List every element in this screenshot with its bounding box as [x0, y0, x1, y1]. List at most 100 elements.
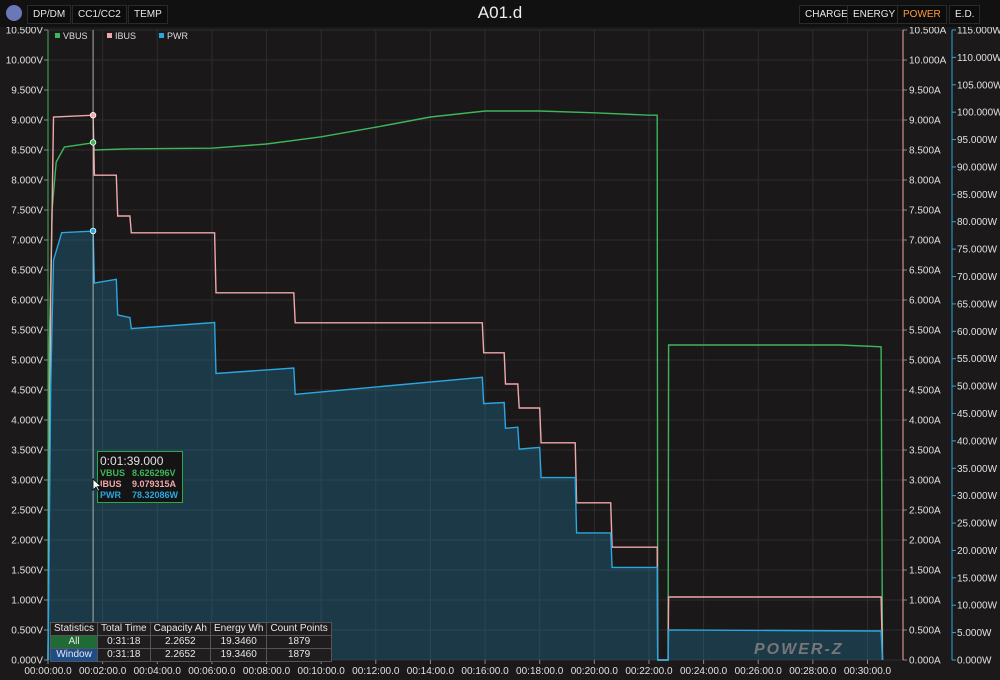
readout-pwr-value: 78.32086W: [132, 490, 179, 500]
legend-label-pwr: PWR: [167, 31, 188, 41]
y-left-tick-label: 4.500V: [11, 386, 43, 397]
stats-row-label-window[interactable]: Window: [49, 648, 99, 662]
legend-swatch: [107, 33, 112, 38]
y-left-tick-label: 10.000V: [6, 56, 44, 67]
y-right-current-tick-label: 7.500A: [909, 206, 941, 217]
app-window: DP/DM CC1/CC2 TEMP A01.d CHARGE ENERGY P…: [0, 0, 1000, 680]
power-chart[interactable]: 0.000V 0.500V 1.000V 1.500V 2.000V 2.500V 3.00…: [0, 27, 1000, 680]
legend-label-vbus: VBUS: [63, 31, 88, 41]
stats-cell: 19.3460: [209, 648, 268, 662]
document-title: A01.d: [477, 3, 523, 22]
readout-ibus-value: 9.079315A: [132, 479, 177, 489]
y-left-tick-label: 6.500V: [11, 266, 43, 277]
x-tick-label: 00:26:00.0: [735, 666, 783, 677]
x-tick-label: 00:22:00.0: [625, 666, 673, 677]
y-right-power-tick-label: 50.000W: [957, 382, 998, 393]
cursor-readout: 0:01:39.000 VBUS 8.626296V IBUS 9.079315A …: [97, 451, 183, 503]
readout-ibus: IBUS 9.079315A: [98, 479, 182, 490]
x-tick-label: 00:16:00.0: [461, 666, 509, 677]
stats-cell: 1879: [266, 635, 332, 649]
x-tick-label: 00:02:00.0: [79, 666, 127, 677]
readout-time: 0:01:39.000: [100, 454, 164, 468]
top-toolbar: DP/DM CC1/CC2 TEMP A01.d CHARGE ENERGY P…: [0, 0, 1000, 27]
y-left-tick-label: 0.000V: [11, 656, 43, 667]
tab-dp-dm[interactable]: DP/DM: [27, 5, 72, 24]
tab-energy[interactable]: ENERGY: [847, 5, 902, 24]
y-left-tick-label: 2.000V: [11, 536, 43, 547]
y-left-tick-label: 9.500V: [11, 86, 43, 97]
stats-row-label-all[interactable]: All: [49, 635, 99, 649]
legend-label-ibus: IBUS: [115, 31, 136, 41]
y-right-power-tick-label: 25.000W: [957, 519, 998, 530]
y-left-tick-label: 7.000V: [11, 236, 43, 247]
y-right-power-tick-label: 110.000W: [957, 53, 1000, 64]
y-left-tick-label: 1.000V: [11, 596, 43, 607]
y-right-current-tick-label: 9.000A: [909, 116, 941, 127]
y-right-power-tick-label: 80.000W: [957, 217, 998, 228]
x-tick-label: 00:04:00.0: [134, 666, 182, 677]
y-left-tick-label: 3.000V: [11, 476, 43, 487]
y-left-tick-label: 6.000V: [11, 296, 43, 307]
stats-cell: 2.2652: [149, 648, 211, 662]
y-left-tick-label: 2.500V: [11, 506, 43, 517]
y-right-power-tick-label: 75.000W: [957, 245, 998, 256]
y-right-power-tick-label: 15.000W: [957, 573, 998, 584]
y-right-current-tick-label: 5.500A: [909, 326, 941, 337]
y-right-current-tick-label: 8.500A: [909, 146, 941, 157]
y-right-power-tick-label: 100.000W: [957, 108, 1000, 119]
table-row: All 0:31:18 2.2652 19.3460 1879: [49, 635, 332, 649]
x-tick-label: 00:10:00.0: [298, 666, 346, 677]
app-logo-icon[interactable]: [6, 5, 22, 21]
tab-ed[interactable]: E.D.: [949, 5, 981, 24]
y-right-current-tick-label: 1.000A: [909, 596, 941, 607]
y-right-power-tick-label: 35.000W: [957, 464, 998, 475]
y-right-current-tick-label: 6.500A: [909, 266, 941, 277]
stats-cell: 2.2652: [149, 635, 211, 649]
y-left-tick-label: 8.000V: [11, 176, 43, 187]
statistics-header-row: Statistics Total Time Capacity Ah Energy…: [49, 622, 332, 636]
x-tick-label: 00:28:00.0: [789, 666, 837, 677]
y-right-power-tick-label: 20.000W: [957, 546, 998, 557]
y-right-current-tick-label: 8.000A: [909, 176, 941, 187]
y-right-current-tick-label: 1.500A: [909, 566, 941, 577]
tab-charge[interactable]: CHARGE: [799, 5, 854, 24]
y-right-power-tick-label: 5.000W: [957, 628, 992, 639]
y-right-current-tick-label: 9.500A: [909, 86, 941, 97]
tab-temp[interactable]: TEMP: [128, 5, 168, 24]
y-right-current-tick-label: 0.000A: [909, 656, 941, 667]
y-left-tick-label: 0.500V: [11, 626, 43, 637]
y-right-current-tick-label: 10.500A: [909, 27, 947, 37]
y-right-current-tick-label: 4.500A: [909, 386, 941, 397]
x-tick-label: 00:08:00.0: [243, 666, 291, 677]
y-right-current-tick-label: 5.000A: [909, 356, 941, 367]
y-right-power-tick-label: 85.000W: [957, 190, 998, 201]
y-right-current-tick-label: 4.000A: [909, 416, 941, 427]
cursor-marker-vbus: [89, 139, 97, 146]
legend-swatch: [159, 33, 164, 38]
stats-cell: 0:31:18: [97, 648, 151, 662]
y-right-power-tick-label: 30.000W: [957, 491, 998, 502]
y-left-tick-label: 8.500V: [11, 146, 43, 157]
stats-header: Capacity Ah: [149, 622, 211, 636]
tab-power[interactable]: POWER: [897, 5, 947, 24]
y-right-power-tick-label: 105.000W: [957, 80, 1000, 91]
y-right-current-tick-label: 2.000A: [909, 536, 941, 547]
stats-header: Statistics: [49, 622, 99, 636]
cursor-marker-ibus: [89, 112, 97, 119]
stats-cell: 1879: [266, 648, 332, 662]
readout-ibus-label: IBUS: [100, 479, 122, 489]
y-left-tick-label: 4.000V: [11, 416, 43, 427]
readout-pwr-label: PWR: [100, 490, 121, 500]
y-right-current-tick-label: 3.500A: [909, 446, 941, 457]
y-right-current-tick-label: 7.000A: [909, 236, 941, 247]
y-right-power-tick-label: 45.000W: [957, 409, 998, 420]
stats-header: Energy Wh: [209, 622, 268, 636]
y-right-power-tick-label: 70.000W: [957, 272, 998, 283]
y-right-power-tick-label: 10.000W: [957, 601, 998, 612]
x-tick-label: 00:18:00.0: [516, 666, 564, 677]
y-right-power-tick-label: 115.000W: [957, 27, 1000, 37]
tab-cc1-cc2[interactable]: CC1/CC2: [72, 5, 127, 24]
readout-pwr: PWR 78.32086W: [98, 490, 182, 501]
y-left-tick-label: 5.500V: [11, 326, 43, 337]
x-tick-label: 00:12:00.0: [352, 666, 400, 677]
